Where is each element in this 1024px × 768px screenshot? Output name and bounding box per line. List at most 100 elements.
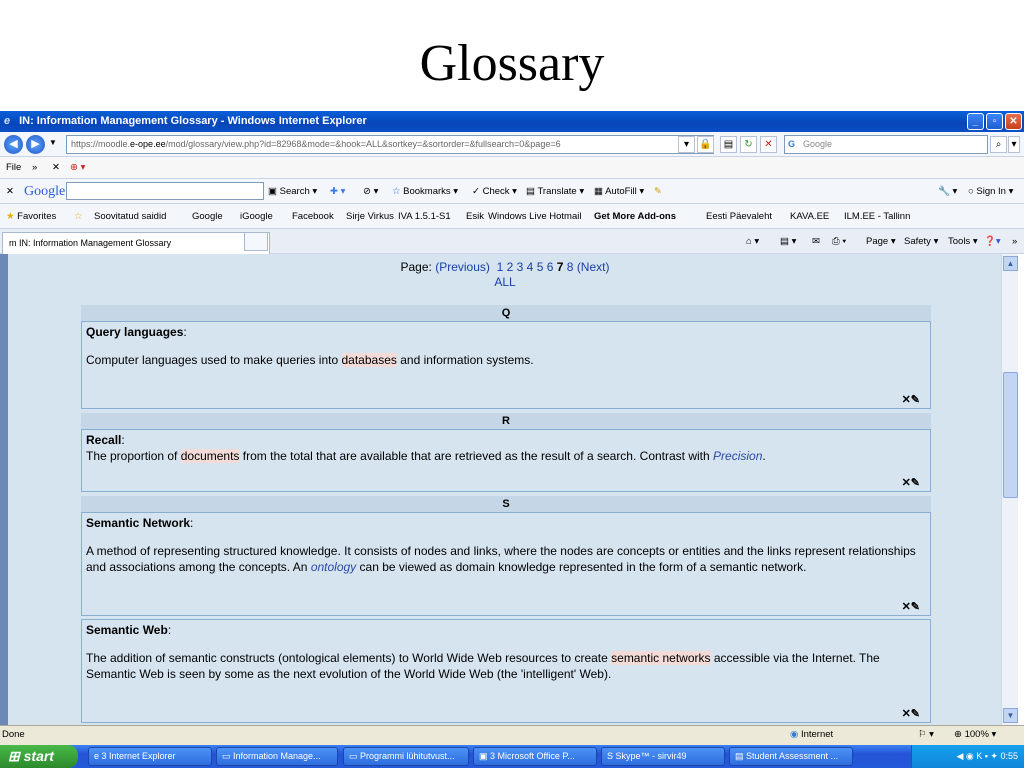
fav-item[interactable]: Windows Live Hotmail <box>488 204 581 228</box>
taskbar-item[interactable]: ▤ Student Assessment ... <box>729 747 853 766</box>
fav-item[interactable]: Soovitatud saidid <box>94 204 166 228</box>
fav-item[interactable]: IVA 1.5.1-S1 <box>398 204 451 228</box>
menu-overflow-icon[interactable]: » <box>32 157 37 178</box>
protected-mode-icon[interactable]: ⚐ ▾ <box>918 726 934 744</box>
vertical-scrollbar[interactable]: ▲ ▼ <box>1001 254 1018 725</box>
edit-icon[interactable]: ✎ <box>911 601 920 613</box>
feeds-icon[interactable]: ▤ ▾ <box>780 229 796 253</box>
commandbar-overflow-icon[interactable]: » <box>1012 229 1017 253</box>
fav-item[interactable]: Get More Add-ons <box>594 204 676 228</box>
popup-blocker-icon[interactable]: ⊘ ▾ <box>363 179 378 203</box>
taskbar-item[interactable]: S Skype™ - sirvir49 <box>601 747 725 766</box>
edit-icon[interactable]: ✎ <box>911 477 920 489</box>
spellcheck-icon: ✓ <box>472 186 483 197</box>
system-tray: ◀ ◉ K ▪ ✦ 0:55 <box>911 745 1024 768</box>
menu-close-icon[interactable]: ✕ <box>52 157 60 178</box>
fav-item[interactable]: iGoogle <box>240 204 273 228</box>
pager-page[interactable]: 6 <box>547 260 554 274</box>
menu-file[interactable]: File <box>6 157 21 178</box>
google-plus-icon[interactable]: ✚ ▾ <box>330 179 345 203</box>
pager-page[interactable]: 1 <box>497 260 504 274</box>
bookmarks-button[interactable]: ☆ Bookmarks ▾ <box>392 179 458 203</box>
fav-item[interactable]: Facebook <box>292 204 334 228</box>
link-ontology[interactable]: ontology <box>311 560 356 574</box>
taskbar-item[interactable]: ▣ 3 Microsoft Office P... <box>473 747 597 766</box>
history-dropdown-icon[interactable]: ▼ <box>49 138 57 147</box>
fav-item[interactable]: Sirje Virkus <box>346 204 394 228</box>
address-input[interactable]: https://moodle.e-ope.ee/mod/glossary/vie… <box>66 135 714 154</box>
pager-page[interactable]: 2 <box>507 260 514 274</box>
fav-item[interactable]: KAVA.EE <box>790 204 829 228</box>
tab-glossary[interactable]: m IN: Information Management Glossary <box>2 232 270 254</box>
search-input[interactable]: Google <box>784 135 988 154</box>
zoom-control[interactable]: ⊕ 100% ▾ <box>954 726 996 744</box>
search-go-icon[interactable]: ⌕ <box>990 136 1007 153</box>
scroll-thumb[interactable] <box>1003 372 1018 498</box>
mail-icon[interactable]: ✉ <box>812 229 820 253</box>
tools-menu[interactable]: Tools ▾ <box>948 229 978 253</box>
fav-item[interactable]: Esik <box>466 204 484 228</box>
start-button[interactable]: ⊞ start <box>0 745 78 768</box>
close-button[interactable]: ✕ <box>1005 113 1022 130</box>
pager-page[interactable]: 5 <box>537 260 544 274</box>
favorites-button[interactable]: ★ Favorites <box>6 204 56 228</box>
translate-button[interactable]: ▤ Translate ▾ <box>526 179 584 203</box>
delete-icon[interactable]: ✕ <box>902 477 911 489</box>
pager-next[interactable]: (Next) <box>577 260 610 274</box>
taskbar-item[interactable]: ▭ Information Manage... <box>216 747 338 766</box>
pager-current: 7 <box>556 260 564 274</box>
glossary-entry: Semantic Network: A method of representi… <box>81 512 931 616</box>
delete-icon[interactable]: ✕ <box>902 601 911 613</box>
google-search-button[interactable]: ▣ Search ▾ <box>268 179 317 203</box>
edit-icon[interactable]: ✎ <box>911 394 920 406</box>
fav-item[interactable]: Google <box>192 204 223 228</box>
pager-previous[interactable]: (Previous) <box>435 260 490 274</box>
page-menu[interactable]: Page ▾ <box>866 229 896 253</box>
pager-page[interactable]: 4 <box>527 260 534 274</box>
back-icon[interactable]: ◀ <box>4 135 23 154</box>
check-button[interactable]: ✓ Check ▾ <box>472 179 517 203</box>
toolbar-close-icon[interactable]: ✕ <box>6 179 14 203</box>
refresh-icon[interactable]: ↻ <box>740 136 757 153</box>
glossary-entry: Semantic Web: The addition of semantic c… <box>81 619 931 723</box>
taskbar-item[interactable]: ▭ Programmi lühitutvust... <box>343 747 469 766</box>
wrench-icon[interactable]: 🔧 ▾ <box>938 179 957 203</box>
autofill-button[interactable]: ▦ AutoFill ▾ <box>594 179 644 203</box>
fav-item[interactable]: Eesti Päevaleht <box>706 204 772 228</box>
lock-icon[interactable]: 🔒 <box>697 136 714 153</box>
entry-term: Semantic Network: <box>86 516 194 530</box>
address-path: /mod/glossary/view.php?id=82968&mode=&ho… <box>165 139 561 149</box>
signin-button[interactable]: ○ Sign In ▾ <box>968 179 1013 203</box>
highlight-icon[interactable]: ✎ <box>654 179 662 203</box>
minimize-button[interactable]: _ <box>967 113 984 130</box>
delete-icon[interactable]: ✕ <box>902 394 911 406</box>
stop-icon[interactable]: ✕ <box>760 136 777 153</box>
help-icon[interactable]: ❓▾ <box>984 229 1001 253</box>
safety-menu[interactable]: Safety ▾ <box>904 229 938 253</box>
pager-page[interactable]: 3 <box>517 260 524 274</box>
tray-icons[interactable]: ◀ ◉ K ▪ ✦ <box>956 751 1000 761</box>
add-favorite-icon[interactable]: ☆ <box>74 204 83 228</box>
forward-icon[interactable]: ▶ <box>26 135 45 154</box>
fav-item[interactable]: ILM.EE - Tallinn <box>844 204 910 228</box>
link-precision[interactable]: Precision <box>713 449 762 463</box>
pager-page[interactable]: 8 <box>567 260 574 274</box>
new-tab-button[interactable] <box>244 232 268 251</box>
address-dropdown-icon[interactable]: ▾ <box>678 136 695 153</box>
moodle-icon: m <box>9 238 19 248</box>
delete-icon[interactable]: ✕ <box>902 708 911 720</box>
home-icon[interactable]: ⌂ ▾ <box>746 229 759 253</box>
taskbar-item[interactable]: e 3 Internet Explorer <box>88 747 212 766</box>
addon-icon[interactable]: ⊕ ▾ <box>70 157 85 178</box>
search-options-icon[interactable]: ▾ <box>1008 136 1020 153</box>
edit-icon[interactable]: ✎ <box>911 708 920 720</box>
print-icon[interactable]: ⎙ ▾ <box>832 229 846 253</box>
google-search-input[interactable] <box>66 182 264 200</box>
maximize-button[interactable]: ▫ <box>986 113 1003 130</box>
scroll-down-icon[interactable]: ▼ <box>1003 708 1018 723</box>
compat-icon[interactable]: ▤ <box>720 136 737 153</box>
entry-term: Query languages: <box>86 325 187 339</box>
pager-all[interactable]: ALL <box>494 275 515 289</box>
folder-icon: ▭ <box>222 751 234 761</box>
scroll-up-icon[interactable]: ▲ <box>1003 256 1018 271</box>
